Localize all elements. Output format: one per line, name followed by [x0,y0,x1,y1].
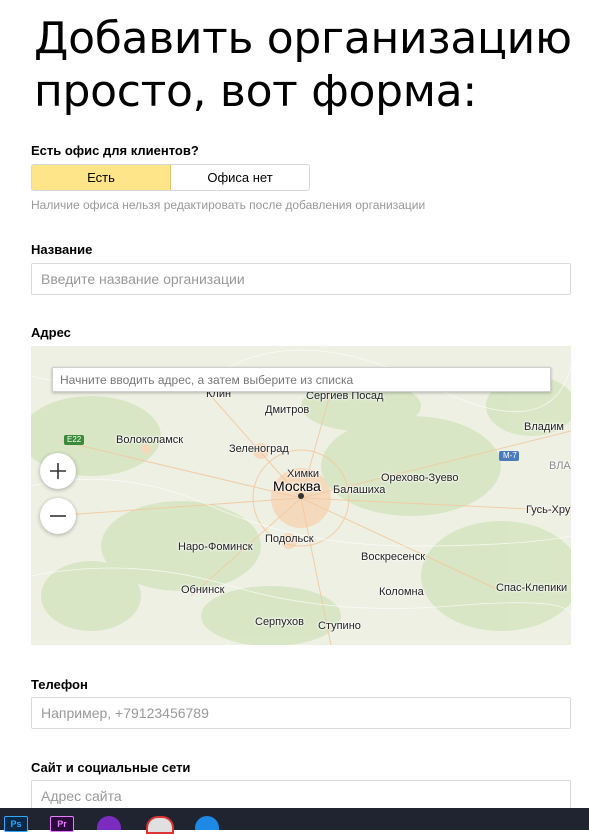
city-label: Серпухов [255,616,304,628]
city-label: Балашиха [333,484,386,496]
plus-icon [50,463,66,479]
zoom-out-button[interactable] [40,498,76,534]
name-label: Название [31,242,93,257]
office-yes-button[interactable]: Есть [32,165,171,190]
phone-label: Телефон [31,677,88,692]
city-label: Ступино [318,620,361,632]
office-no-button[interactable]: Офиса нет [171,165,309,190]
region-label: ВЛА [549,460,571,472]
office-hint: Наличие офиса нельзя редактировать после… [31,198,426,212]
name-input[interactable] [31,263,571,295]
moscow-point-icon [298,493,304,499]
address-map[interactable]: E22 М-7 Клин Сергиев Посад Дмитров Волок… [31,346,571,645]
browser-icon[interactable] [195,816,219,830]
taskbar: Ps Pr [0,808,589,834]
city-label: Наро-Фоминск [178,541,253,553]
city-label: Волоколамск [116,434,184,446]
city-label: Коломна [379,586,424,598]
chrome-icon[interactable] [146,816,174,834]
zoom-in-button[interactable] [40,453,76,489]
city-label-moscow: Москва [273,478,321,494]
road-label-m7: М-7 [503,451,517,460]
city-label: Обнинск [181,584,225,596]
address-search-input[interactable] [52,367,551,392]
city-label: Владим [524,421,564,433]
site-label: Сайт и социальные сети [31,760,191,775]
road-label-e22: E22 [67,435,82,444]
city-label: Воскресенск [361,551,426,563]
city-label: Дмитров [265,404,310,416]
city-label: Зеленоград [229,443,289,455]
podcast-icon[interactable] [97,816,121,830]
phone-input[interactable] [31,697,571,729]
office-toggle[interactable]: Есть Офиса нет [31,164,310,191]
city-label: Гусь-Хру [526,504,571,516]
city-label: Орехово-Зуево [381,472,459,484]
city-label: Подольск [265,533,314,545]
address-label: Адрес [31,325,71,340]
minus-icon [50,515,66,517]
office-question-label: Есть офис для клиентов? [31,143,199,158]
city-label: Спас-Клепики [496,582,568,594]
page-title: Добавить организацию просто, вот форма: [34,13,572,117]
